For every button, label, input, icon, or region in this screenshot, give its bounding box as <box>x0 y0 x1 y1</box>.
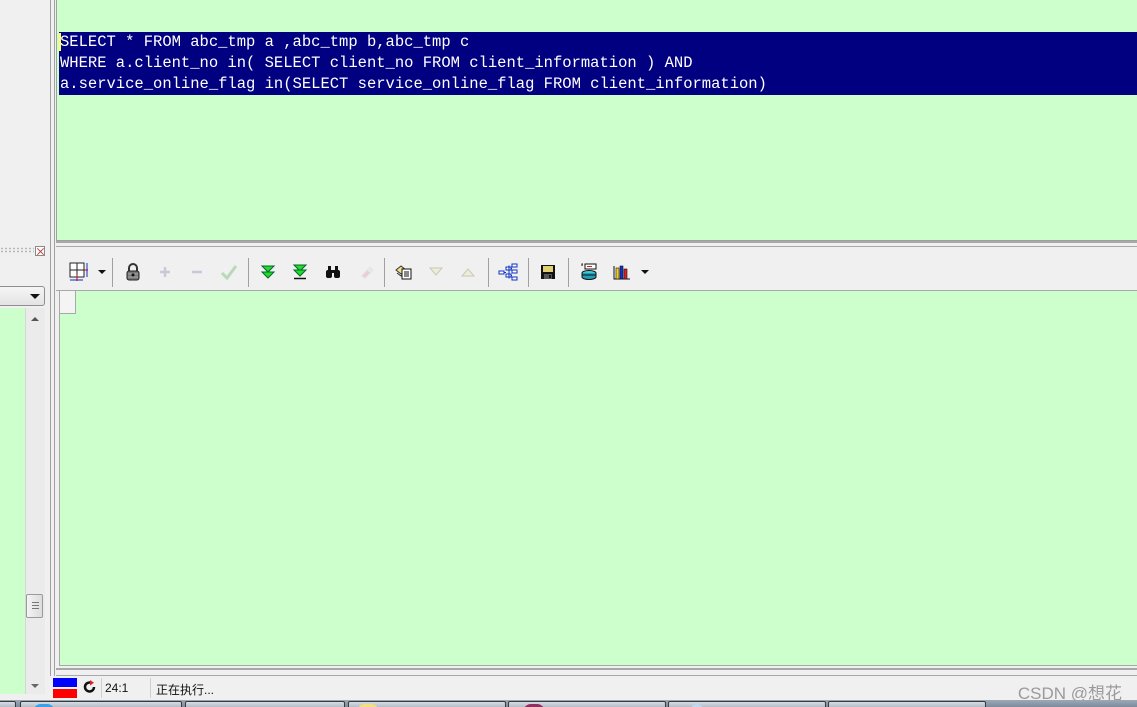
toolbar-separator <box>568 258 569 287</box>
lock-icon <box>126 263 140 281</box>
chart-button[interactable] <box>611 262 633 282</box>
previous-record-button[interactable] <box>457 262 479 282</box>
grid-icon <box>69 262 88 281</box>
grid-layout-button[interactable] <box>68 262 90 282</box>
double-down-bar-icon <box>292 264 308 280</box>
database-icon <box>581 263 597 280</box>
result-grid[interactable] <box>56 291 1137 668</box>
sql-line: SELECT * FROM abc_tmp a ,abc_tmp b,abc_t… <box>60 33 470 51</box>
export-database-button[interactable] <box>578 262 600 282</box>
grid-layout-dropdown-icon[interactable] <box>98 270 106 274</box>
fetch-next-page-button[interactable] <box>257 262 279 282</box>
vertical-splitter[interactable] <box>50 0 55 676</box>
find-button[interactable] <box>322 262 344 282</box>
taskbar-button[interactable] <box>185 701 345 707</box>
object-browser-header <box>0 0 50 245</box>
toolbar-separator <box>488 258 489 287</box>
panel-grip[interactable] <box>0 247 34 253</box>
tree-icon <box>498 263 518 281</box>
minus-icon <box>192 270 202 274</box>
taskbar-button[interactable] <box>20 701 182 707</box>
object-type-select[interactable] <box>0 286 45 306</box>
check-icon <box>220 265 238 280</box>
taskbar <box>0 700 1137 707</box>
chevron-down-icon <box>30 294 40 299</box>
binoculars-icon <box>326 266 340 278</box>
sql-selection: SELECT * FROM abc_tmp a ,abc_tmp b,abc_t… <box>59 32 1137 95</box>
record-view-icon <box>395 265 412 280</box>
grid-bottom-border <box>56 668 1137 676</box>
triangle-up-icon <box>461 268 475 277</box>
lock-button[interactable] <box>122 262 144 282</box>
plus-icon <box>160 267 170 277</box>
bar-chart-icon <box>613 265 630 280</box>
taskbar-button[interactable] <box>508 701 666 707</box>
insert-record-button[interactable] <box>154 262 176 282</box>
next-record-button[interactable] <box>425 262 447 282</box>
object-list-scrollbar[interactable] <box>25 308 45 694</box>
taskbar-button[interactable] <box>0 701 16 707</box>
app-window: SELECT * FROM abc_tmp a ,abc_tmp b,abc_t… <box>0 0 1137 707</box>
chart-dropdown-icon[interactable] <box>641 270 649 274</box>
close-panel-icon[interactable] <box>35 246 45 256</box>
object-browser-panel <box>0 0 50 694</box>
sql-editor[interactable]: SELECT * FROM abc_tmp a ,abc_tmp b,abc_t… <box>56 0 1137 241</box>
sql-line: WHERE a.client_no in( SELECT client_no F… <box>60 54 693 72</box>
taskbar-button[interactable] <box>348 701 506 707</box>
toolbar-separator <box>528 258 529 287</box>
text-caret <box>59 33 61 51</box>
status-separator <box>101 678 102 698</box>
taskbar-button[interactable] <box>668 701 826 707</box>
connection-status-icon <box>53 678 77 698</box>
export-button[interactable] <box>537 262 559 282</box>
taskbar-button[interactable] <box>828 701 986 707</box>
single-record-view-button[interactable] <box>393 262 415 282</box>
toolbar-separator <box>112 258 113 287</box>
eraser-icon <box>361 266 374 279</box>
query-plan-button[interactable] <box>497 262 519 282</box>
result-grid-body[interactable] <box>59 291 1137 666</box>
status-bar: 24:1 正在执行... CSDN @想花 <box>50 676 1137 703</box>
cursor-position: 24:1 <box>105 681 129 695</box>
clear-record-button[interactable] <box>356 262 378 282</box>
toolbar-separator <box>248 258 249 287</box>
scrollbar-thumb[interactable] <box>26 594 43 618</box>
status-message: 正在执行... <box>156 683 215 697</box>
scroll-up-icon[interactable] <box>31 317 39 321</box>
result-toolbar <box>56 247 1137 291</box>
fetch-last-page-button[interactable] <box>289 262 311 282</box>
triangle-down-icon <box>429 267 443 276</box>
toolbar-separator <box>384 258 385 287</box>
delete-record-button[interactable] <box>186 262 208 282</box>
double-down-icon <box>260 265 276 279</box>
grid-row-indicator[interactable] <box>60 291 76 314</box>
post-changes-button[interactable] <box>218 262 240 282</box>
status-separator <box>150 678 151 698</box>
scroll-down-icon[interactable] <box>31 684 39 688</box>
executing-spinner-icon <box>83 680 96 693</box>
sql-line: a.service_online_flag in(SELECT service_… <box>60 75 767 93</box>
floppy-disk-icon <box>541 265 555 279</box>
